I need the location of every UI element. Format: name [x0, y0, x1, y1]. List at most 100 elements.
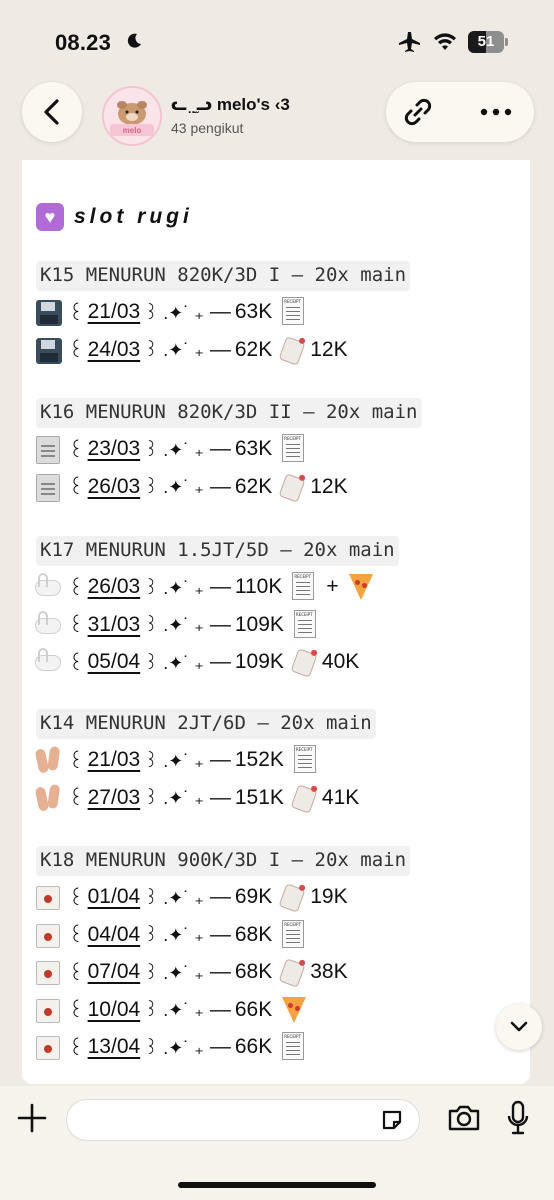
message-input[interactable] — [66, 1099, 420, 1141]
dash: — — [209, 650, 231, 673]
entry-date: 26/03 — [87, 575, 141, 598]
document-icon — [34, 434, 62, 464]
sparkle-decoration: ꒱ .✦˙ ₊ — [144, 615, 204, 635]
receipt-icon — [280, 434, 306, 464]
follower-count: 43 pengikut — [171, 120, 244, 136]
status-bar: 08.23 51 — [0, 0, 554, 84]
battery-icon: 51 — [468, 31, 508, 53]
takeout-box-icon — [34, 1032, 62, 1062]
feet-icon — [34, 783, 62, 813]
hook-glyph: ꒰ — [68, 302, 84, 325]
swan-icon — [34, 610, 62, 640]
dash: — — [209, 437, 231, 460]
channel-avatar[interactable]: melo — [102, 86, 162, 146]
dash: — — [209, 575, 231, 598]
hook-glyph: ꒰ — [68, 577, 84, 600]
entry-amount: 63K — [234, 300, 273, 323]
floppy-disk-icon — [34, 335, 62, 365]
price-tag-icon — [278, 957, 306, 988]
sticker-icon[interactable] — [380, 1108, 404, 1132]
entry-row: ꒰ 31/03 ꒱ .✦˙ ₊ —109K — [34, 607, 318, 643]
channel-header: melo ᓚ ̤ ̫ᓗ melo's ‹3 43 pengikut — [0, 78, 554, 158]
ellipsis-icon — [480, 108, 512, 116]
hook-glyph: ꒰ — [68, 1037, 84, 1060]
entry-row: ꒰ 01/04 ꒱ .✦˙ ₊ —69K 19K — [34, 879, 348, 915]
entry-date: 10/04 — [87, 997, 141, 1021]
entry-row: ꒰ 04/04 ꒱ .✦˙ ₊ —68K — [34, 917, 306, 953]
sparkle-decoration: ꒱ .✦˙ ₊ — [144, 1037, 204, 1058]
avatar-label: melo — [122, 126, 142, 135]
swan-icon — [34, 572, 62, 602]
pizza-icon — [280, 995, 307, 1025]
sparkle-decoration: ꒱ .✦˙ ₊ — [144, 887, 204, 908]
link-button[interactable] — [400, 94, 436, 130]
link-icon — [404, 98, 432, 126]
hook-glyph: ꒰ — [68, 1000, 84, 1022]
entry-date: 21/03 — [87, 300, 141, 323]
entry-amount: 62K — [234, 337, 273, 361]
status-time: 08.23 — [55, 30, 112, 55]
entry-row: ꒰ 26/03 ꒱ .✦˙ ₊ —62K 12K — [34, 469, 348, 505]
takeout-box-icon — [34, 920, 62, 950]
entry-date: 04/04 — [87, 922, 141, 946]
dash: — — [209, 1035, 231, 1058]
attach-button[interactable] — [14, 1100, 50, 1136]
entry-row: ꒰ 10/04 ꒱ .✦˙ ₊ —66K — [34, 992, 307, 1028]
entry-date: 21/03 — [87, 748, 141, 771]
pizza-icon — [347, 572, 373, 602]
hook-glyph: ꒰ — [68, 788, 84, 810]
feet-icon — [34, 745, 62, 775]
entry-date: 24/03 — [87, 337, 141, 361]
scroll-down-button[interactable] — [496, 1004, 542, 1050]
header-actions — [386, 82, 534, 142]
purple-heart-icon: ♥ — [36, 203, 64, 231]
entry-extra: 12K — [310, 474, 348, 498]
dash: — — [209, 885, 231, 908]
hook-glyph: ꒰ — [68, 439, 84, 462]
more-options-button[interactable] — [478, 94, 514, 130]
hook-glyph: ꒰ — [68, 340, 84, 362]
entry-amount: 109K — [234, 650, 284, 673]
sparkle-decoration: ꒱ .✦˙ ₊ — [144, 340, 204, 360]
chevron-down-icon — [510, 1021, 528, 1032]
hook-glyph: ꒰ — [68, 925, 84, 947]
receipt-icon — [290, 572, 316, 602]
channel-name[interactable]: ᓚ ̤ ̫ᓗ melo's ‹3 — [171, 95, 290, 115]
sparkle-decoration: ꒱ .✦˙ ₊ — [144, 788, 204, 808]
hook-glyph: ꒰ — [68, 615, 84, 637]
camera-button[interactable] — [446, 1100, 482, 1136]
floppy-disk-icon — [34, 297, 62, 327]
sparkle-decoration: ꒱ .✦˙ ₊ — [144, 1000, 204, 1020]
entry-amount: 69K — [234, 885, 273, 908]
entry-amount: 62K — [234, 474, 273, 498]
sparkle-decoration: ꒱ .✦˙ ₊ — [144, 652, 204, 673]
price-tag-icon — [278, 882, 306, 913]
entry-extra: 12K — [310, 337, 348, 361]
dash: — — [209, 960, 231, 983]
entry-amount: 63K — [234, 437, 273, 460]
receipt-icon — [280, 1032, 306, 1062]
hook-glyph: ꒰ — [68, 750, 84, 773]
entry-date: 01/04 — [87, 885, 141, 908]
sparkle-decoration: ꒱ .✦˙ ₊ — [144, 962, 204, 983]
section-title: ♥ slot rugi — [36, 202, 193, 232]
chevron-left-icon — [44, 99, 59, 125]
back-button[interactable] — [22, 82, 82, 142]
entry-date: 07/04 — [87, 960, 141, 983]
microphone-button[interactable] — [502, 1098, 534, 1138]
entry-extra: 40K — [321, 650, 360, 673]
entry-row: ꒰ 27/03 ꒱ .✦˙ ₊ —151K 41K — [34, 780, 359, 816]
entry-extra: + — [326, 575, 339, 598]
entry-date: 26/03 — [87, 474, 141, 498]
price-tag-icon — [278, 472, 306, 503]
dash: — — [209, 474, 231, 498]
receipt-icon — [292, 745, 318, 775]
entry-date: 27/03 — [87, 785, 141, 809]
entry-amount: 66K — [234, 1035, 273, 1058]
price-tag-icon — [290, 647, 318, 678]
entry-extra: 41K — [321, 785, 360, 809]
entry-amount: 68K — [234, 922, 273, 946]
entry-amount: 151K — [234, 785, 284, 809]
entry-date: 13/04 — [87, 1035, 141, 1058]
group-heading: K16 MENURUN 820K/3D II – 20x main — [36, 398, 422, 428]
